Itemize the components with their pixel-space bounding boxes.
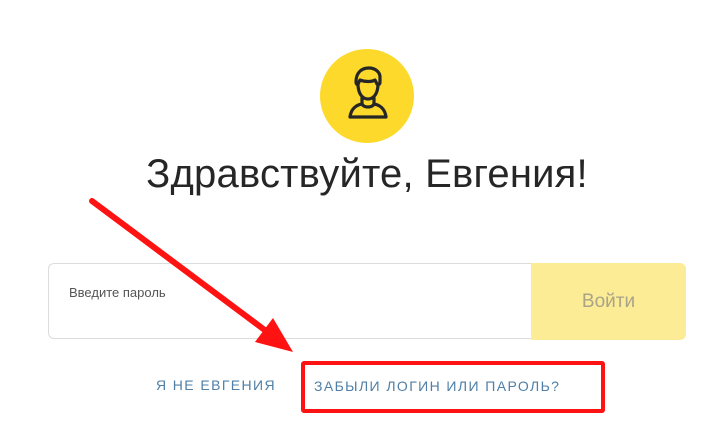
not-me-link[interactable]: Я НЕ ЕВГЕНИЯ bbox=[156, 377, 276, 393]
user-silhouette-icon bbox=[348, 66, 388, 119]
login-button[interactable]: Войти bbox=[531, 263, 686, 340]
password-field-container: Введите пароль bbox=[48, 263, 531, 339]
user-avatar bbox=[320, 49, 414, 143]
password-input[interactable] bbox=[49, 264, 531, 338]
greeting-title: Здравствуйте, Евгения! bbox=[146, 152, 588, 196]
forgot-login-link[interactable]: ЗАБЫЛИ ЛОГИН ИЛИ ПАРОЛЬ? bbox=[314, 378, 560, 394]
